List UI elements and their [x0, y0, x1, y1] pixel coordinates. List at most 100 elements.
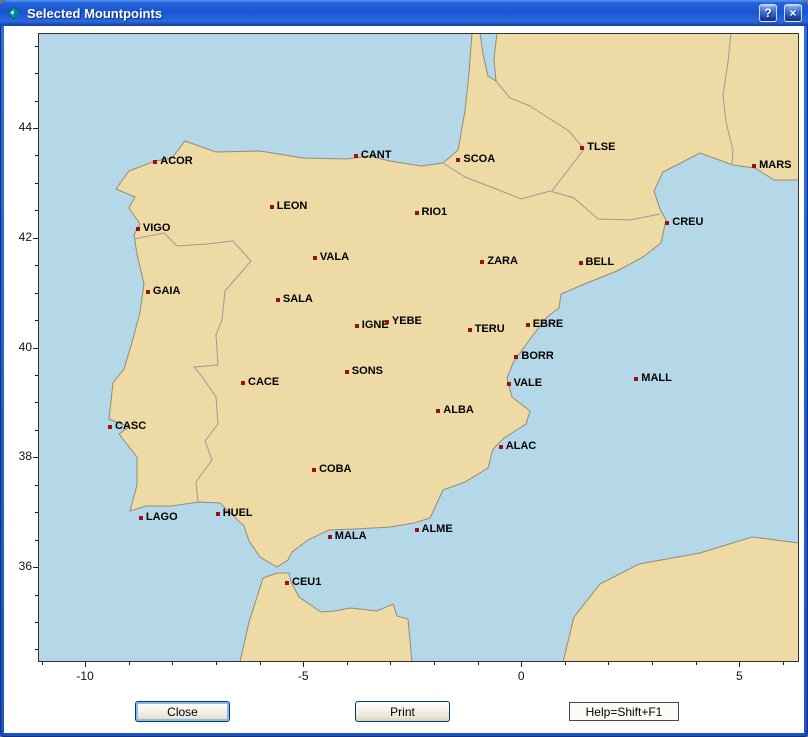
- station-label-sala: SALA: [283, 293, 313, 306]
- station-marker-creu: [665, 221, 669, 225]
- x-tick: [347, 662, 348, 665]
- y-tick: [35, 293, 38, 294]
- window-title: Selected Mountpoints: [27, 6, 162, 21]
- y-tick: [33, 567, 38, 568]
- dialog-content: ACORVIGOGAIACASCLAGOHUELCACELEONSALAVALA…: [4, 26, 804, 733]
- station-label-alme: ALME: [422, 523, 453, 536]
- station-label-vigo: VIGO: [143, 222, 171, 235]
- station-marker-teru: [468, 328, 472, 332]
- y-tick-label: 42: [4, 230, 32, 244]
- y-tick: [35, 540, 38, 541]
- y-tick: [35, 595, 38, 596]
- y-tick: [35, 512, 38, 513]
- station-label-alba: ALBA: [443, 404, 474, 417]
- y-tick: [35, 101, 38, 102]
- x-tick: [608, 662, 609, 665]
- station-marker-acor: [153, 160, 157, 164]
- station-label-ceu1: CEU1: [292, 576, 321, 589]
- station-marker-mall: [634, 377, 638, 381]
- x-tick: [783, 662, 784, 665]
- station-label-rio1: RIO1: [422, 206, 448, 219]
- x-tick: [42, 662, 43, 665]
- x-tick-label: -10: [65, 669, 105, 683]
- station-label-zara: ZARA: [487, 255, 518, 268]
- station-label-sons: SONS: [352, 365, 383, 378]
- station-marker-cant: [354, 154, 358, 158]
- x-tick: [260, 662, 261, 665]
- x-tick: [216, 662, 217, 665]
- station-marker-coba: [312, 468, 316, 472]
- station-label-tlse: TLSE: [587, 141, 615, 154]
- x-tick-label: 5: [719, 669, 759, 683]
- station-label-mala: MALA: [335, 530, 367, 543]
- station-marker-vale: [507, 382, 511, 386]
- x-tick: [303, 662, 304, 667]
- station-marker-rio1: [415, 211, 419, 215]
- y-tick-label: 40: [4, 340, 32, 354]
- close-button[interactable]: Close: [135, 701, 230, 722]
- y-tick: [35, 430, 38, 431]
- y-tick-label: 44: [4, 120, 32, 134]
- x-tick-label: -5: [283, 669, 323, 683]
- help-icon[interactable]: ?: [759, 4, 777, 22]
- station-label-creu: CREU: [672, 216, 703, 229]
- station-label-borr: BORR: [521, 350, 553, 363]
- station-marker-borr: [514, 355, 518, 359]
- close-icon[interactable]: ×: [784, 4, 802, 22]
- station-label-mall: MALL: [641, 372, 672, 385]
- station-label-cant: CANT: [361, 149, 392, 162]
- station-marker-mala: [328, 535, 332, 539]
- station-label-vale: VALE: [514, 377, 543, 390]
- station-marker-ebre: [526, 323, 530, 327]
- x-tick: [434, 662, 435, 665]
- x-tick-label: 0: [501, 669, 541, 683]
- y-tick: [35, 183, 38, 184]
- station-marker-vigo: [136, 227, 140, 231]
- y-tick: [35, 265, 38, 266]
- y-tick-label: 38: [4, 449, 32, 463]
- x-tick: [565, 662, 566, 665]
- y-tick: [35, 402, 38, 403]
- print-button[interactable]: Print: [355, 701, 450, 722]
- station-marker-mars: [752, 164, 756, 168]
- y-tick: [35, 155, 38, 156]
- y-tick: [35, 485, 38, 486]
- station-label-acor: ACOR: [160, 155, 192, 168]
- mountpoint-map: ACORVIGOGAIACASCLAGOHUELCACELEONSALAVALA…: [38, 33, 799, 662]
- map-canvas: [38, 33, 799, 662]
- app-icon: [6, 5, 22, 21]
- x-tick: [172, 662, 173, 665]
- station-label-ebre: EBRE: [533, 318, 564, 331]
- station-marker-sons: [345, 370, 349, 374]
- station-marker-casc: [108, 425, 112, 429]
- station-marker-vala: [313, 256, 317, 260]
- station-label-yebe: YEBE: [392, 315, 422, 328]
- titlebar[interactable]: Selected Mountpoints ? ×: [0, 0, 808, 26]
- y-tick: [33, 348, 38, 349]
- station-marker-lago: [139, 516, 143, 520]
- y-tick: [35, 622, 38, 623]
- y-tick: [35, 210, 38, 211]
- help-shortcut-button[interactable]: Help=Shift+F1: [569, 702, 679, 721]
- station-marker-leon: [270, 205, 274, 209]
- station-marker-ceu1: [285, 581, 289, 585]
- y-tick: [33, 128, 38, 129]
- station-marker-zara: [480, 260, 484, 264]
- station-marker-huel: [216, 512, 220, 516]
- station-label-bell: BELL: [586, 256, 615, 269]
- station-marker-scoa: [456, 158, 460, 162]
- x-tick: [129, 662, 130, 665]
- y-tick: [33, 457, 38, 458]
- y-tick: [35, 649, 38, 650]
- station-marker-sala: [276, 298, 280, 302]
- station-label-mars: MARS: [759, 159, 791, 172]
- station-marker-gaia: [146, 290, 150, 294]
- y-tick: [33, 238, 38, 239]
- station-label-lago: LAGO: [146, 511, 178, 524]
- station-marker-bell: [579, 261, 583, 265]
- station-label-coba: COBA: [319, 463, 351, 476]
- station-marker-yebe: [385, 320, 389, 324]
- station-label-teru: TERU: [475, 323, 505, 336]
- station-marker-alme: [415, 528, 419, 532]
- y-tick: [35, 73, 38, 74]
